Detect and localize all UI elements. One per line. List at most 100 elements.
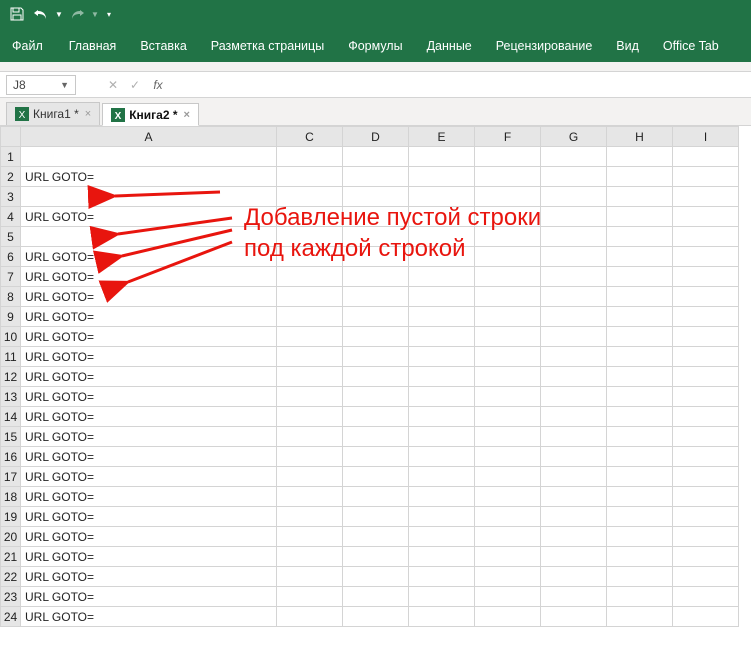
cell[interactable] <box>343 487 409 507</box>
row-header[interactable]: 11 <box>1 347 21 367</box>
cell[interactable] <box>343 547 409 567</box>
cell[interactable] <box>343 427 409 447</box>
row-header[interactable]: 9 <box>1 307 21 327</box>
cell[interactable] <box>343 607 409 627</box>
cell[interactable]: URL GOTO= <box>21 507 277 527</box>
cell[interactable] <box>607 587 673 607</box>
cell[interactable] <box>673 207 739 227</box>
cell[interactable] <box>475 267 541 287</box>
cell[interactable] <box>541 447 607 467</box>
cell[interactable] <box>475 527 541 547</box>
cell[interactable]: URL GOTO= <box>21 447 277 467</box>
row-header[interactable]: 3 <box>1 187 21 207</box>
cell[interactable] <box>277 487 343 507</box>
cell[interactable] <box>409 367 475 387</box>
cell[interactable] <box>343 327 409 347</box>
cell[interactable] <box>673 287 739 307</box>
cell[interactable] <box>21 187 277 207</box>
cell[interactable] <box>607 427 673 447</box>
cell[interactable] <box>673 327 739 347</box>
cell[interactable] <box>607 207 673 227</box>
cell[interactable] <box>475 507 541 527</box>
cell[interactable] <box>673 487 739 507</box>
workbook-tab-1[interactable]: X Книга1 * × <box>6 102 100 125</box>
workbook-tab-2[interactable]: X Книга2 * × <box>102 103 199 126</box>
cell[interactable] <box>277 307 343 327</box>
cell[interactable] <box>343 307 409 327</box>
cell[interactable] <box>607 507 673 527</box>
cell[interactable] <box>277 387 343 407</box>
cell[interactable] <box>277 327 343 347</box>
redo-dropdown-icon[interactable]: ▼ <box>90 3 100 25</box>
cell[interactable] <box>673 167 739 187</box>
col-header-E[interactable]: E <box>409 127 475 147</box>
cell[interactable] <box>475 407 541 427</box>
undo-dropdown-icon[interactable]: ▼ <box>54 3 64 25</box>
cell[interactable] <box>343 587 409 607</box>
cell[interactable] <box>475 547 541 567</box>
fx-icon[interactable]: fx <box>146 78 170 92</box>
cell[interactable] <box>343 567 409 587</box>
row-header[interactable]: 10 <box>1 327 21 347</box>
cell[interactable] <box>607 147 673 167</box>
row-header[interactable]: 20 <box>1 527 21 547</box>
cell[interactable] <box>607 387 673 407</box>
cell[interactable] <box>475 567 541 587</box>
cell[interactable] <box>607 327 673 347</box>
cell[interactable] <box>607 487 673 507</box>
cell[interactable]: URL GOTO= <box>21 407 277 427</box>
cell[interactable] <box>475 327 541 347</box>
row-header[interactable]: 24 <box>1 607 21 627</box>
cell[interactable] <box>607 467 673 487</box>
cell[interactable] <box>607 287 673 307</box>
cell[interactable] <box>607 447 673 467</box>
cell[interactable] <box>673 267 739 287</box>
cell[interactable] <box>673 547 739 567</box>
cell[interactable] <box>607 307 673 327</box>
cell[interactable] <box>673 527 739 547</box>
cell[interactable] <box>607 187 673 207</box>
cell[interactable] <box>409 347 475 367</box>
cell[interactable] <box>673 147 739 167</box>
cell[interactable] <box>541 587 607 607</box>
cell[interactable] <box>475 367 541 387</box>
cell[interactable] <box>475 147 541 167</box>
cell[interactable] <box>475 307 541 327</box>
cell[interactable] <box>277 587 343 607</box>
row-header[interactable]: 18 <box>1 487 21 507</box>
cell[interactable] <box>409 567 475 587</box>
cell[interactable] <box>673 607 739 627</box>
row-header[interactable]: 1 <box>1 147 21 167</box>
cell[interactable] <box>541 367 607 387</box>
cell[interactable]: URL GOTO= <box>21 327 277 347</box>
cell[interactable] <box>541 507 607 527</box>
row-header[interactable]: 5 <box>1 227 21 247</box>
col-header-C[interactable]: C <box>277 127 343 147</box>
cell[interactable] <box>475 607 541 627</box>
row-header[interactable]: 2 <box>1 167 21 187</box>
cell[interactable] <box>607 607 673 627</box>
cell[interactable] <box>343 147 409 167</box>
col-header-H[interactable]: H <box>607 127 673 147</box>
cell[interactable] <box>409 467 475 487</box>
cell[interactable] <box>409 407 475 427</box>
cell[interactable]: URL GOTO= <box>21 167 277 187</box>
cell[interactable] <box>607 367 673 387</box>
cell[interactable] <box>343 347 409 367</box>
cell[interactable] <box>409 547 475 567</box>
cell[interactable] <box>541 187 607 207</box>
cell[interactable] <box>541 547 607 567</box>
name-box-dropdown-icon[interactable]: ▼ <box>60 80 69 90</box>
cell[interactable] <box>541 287 607 307</box>
cell[interactable] <box>277 567 343 587</box>
cell[interactable] <box>607 267 673 287</box>
cell[interactable] <box>277 167 343 187</box>
cell[interactable] <box>673 507 739 527</box>
cell[interactable] <box>409 427 475 447</box>
cell[interactable] <box>541 467 607 487</box>
row-header[interactable]: 23 <box>1 587 21 607</box>
cell[interactable] <box>673 447 739 467</box>
cell[interactable] <box>277 347 343 367</box>
row-header[interactable]: 4 <box>1 207 21 227</box>
cell[interactable]: URL GOTO= <box>21 587 277 607</box>
